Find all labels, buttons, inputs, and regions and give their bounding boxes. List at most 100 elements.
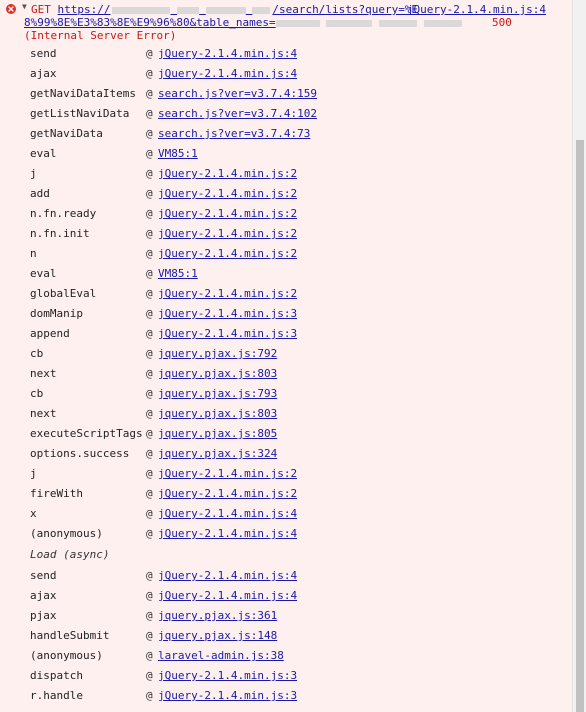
request-line: GET https:// /search/lists?query=%E <box>31 3 418 16</box>
function-name: next <box>30 367 57 380</box>
source-link[interactable]: VM85:1 <box>158 147 198 161</box>
source-link[interactable]: jQuery-2.1.4.min.js:4 <box>158 527 297 541</box>
source-link[interactable]: jquery.pjax.js:148 <box>158 629 277 643</box>
at-symbol: @ <box>146 589 153 602</box>
at-symbol: @ <box>146 167 153 180</box>
source-link[interactable]: jQuery-2.1.4.min.js:4 <box>158 47 297 61</box>
source-link[interactable]: jquery.pjax.js:803 <box>158 367 277 381</box>
stack-frame: (anonymous) @ laravel-admin.js:38 <box>30 646 572 666</box>
function-name: eval <box>30 267 57 280</box>
function-name: j <box>30 467 37 480</box>
redacted-url-segment <box>423 19 462 27</box>
function-name: x <box>30 507 37 520</box>
source-link[interactable]: jQuery-2.1.4.min.js:2 <box>158 287 297 301</box>
source-link[interactable]: jquery.pjax.js:324 <box>158 447 277 461</box>
source-link[interactable]: search.js?ver=v3.7.4:159 <box>158 87 317 101</box>
source-link[interactable]: jQuery-2.1.4.min.js:4 <box>158 507 297 521</box>
source-link[interactable]: jquery.pjax.js:803 <box>158 407 277 421</box>
stack-frame: domManip @ jQuery-2.1.4.min.js:3 <box>30 304 572 324</box>
stack-frame: options.success @ jquery.pjax.js:324 <box>30 444 572 464</box>
source-link[interactable]: jquery.pjax.js:793 <box>158 387 277 401</box>
stack-frame: getNaviDataItems @ search.js?ver=v3.7.4:15… <box>30 84 572 104</box>
stack-frame: next @ jquery.pjax.js:803 <box>30 404 572 424</box>
request-url-continued[interactable]: 8%99%8E%E3%83%8E%E9%96%80&table_names= <box>24 16 462 29</box>
stack-frame: eval @ VM85:1 <box>30 264 572 284</box>
source-link[interactable]: jQuery-2.1.4.min.js:4 <box>158 67 297 81</box>
function-name: globalEval <box>30 287 97 300</box>
source-link[interactable]: jQuery-2.1.4.min.js:2 <box>158 227 297 241</box>
stack-frame: getNaviData @ search.js?ver=v3.7.4:73 <box>30 124 572 144</box>
source-link[interactable]: laravel-admin.js:38 <box>158 649 284 663</box>
source-link[interactable]: search.js?ver=v3.7.4:102 <box>158 107 317 121</box>
source-link[interactable]: jQuery-2.1.4.min.js:2 <box>158 167 297 181</box>
scrollbar-thumb[interactable] <box>576 140 584 712</box>
stack-frame: cb @ jquery.pjax.js:792 <box>30 344 572 364</box>
stack-frame: j @ jQuery-2.1.4.min.js:2 <box>30 464 572 484</box>
function-name: (anonymous) <box>30 527 103 540</box>
network-error-message: ▼ GET https:// /search/lists?query=%E jQ… <box>0 0 572 44</box>
stack-frame: append @ jQuery-2.1.4.min.js:3 <box>30 324 572 344</box>
console-panel: ▼ GET https:// /search/lists?query=%E jQ… <box>0 0 572 712</box>
function-name: n <box>30 247 37 260</box>
stack-frame: x @ jQuery-2.1.4.min.js:4 <box>30 504 572 524</box>
at-symbol: @ <box>146 247 153 260</box>
at-symbol: @ <box>146 147 153 160</box>
request-url[interactable]: https:// /search/lists?query=%E <box>58 3 419 16</box>
stack-frame: cb @ jquery.pjax.js:793 <box>30 384 572 404</box>
initiator-link[interactable]: jQuery-2.1.4.min.js:4 <box>407 3 546 16</box>
function-name: eval <box>30 147 57 160</box>
source-link[interactable]: jQuery-2.1.4.min.js:4 <box>158 569 297 583</box>
source-link[interactable]: jQuery-2.1.4.min.js:2 <box>158 247 297 261</box>
function-name: dispatch <box>30 669 83 682</box>
function-name: add <box>30 187 50 200</box>
at-symbol: @ <box>146 67 153 80</box>
source-link[interactable]: jQuery-2.1.4.min.js:3 <box>158 327 297 341</box>
at-symbol: @ <box>146 307 153 320</box>
function-name: handleSubmit <box>30 629 110 642</box>
source-link[interactable]: jQuery-2.1.4.min.js:2 <box>158 187 297 201</box>
source-link[interactable]: search.js?ver=v3.7.4:73 <box>158 127 310 141</box>
function-name: (anonymous) <box>30 649 103 662</box>
function-name: options.success <box>30 447 130 460</box>
at-symbol: @ <box>146 407 153 420</box>
at-symbol: @ <box>146 87 153 100</box>
at-symbol: @ <box>146 327 153 340</box>
stack-frame: globalEval @ jQuery-2.1.4.min.js:2 <box>30 284 572 304</box>
at-symbol: @ <box>146 649 153 662</box>
source-link[interactable]: VM85:1 <box>158 267 198 281</box>
url-prefix: https:// <box>57 3 111 16</box>
at-symbol: @ <box>146 669 153 682</box>
stack-frame: fireWith @ jQuery-2.1.4.min.js:2 <box>30 484 572 504</box>
redacted-url-segment <box>378 19 417 27</box>
stack-frame: j @ jQuery-2.1.4.min.js:2 <box>30 164 572 184</box>
function-name: getNaviData <box>30 127 103 140</box>
source-link[interactable]: jquery.pjax.js:805 <box>158 427 277 441</box>
source-link[interactable]: jQuery-2.1.4.min.js:3 <box>158 689 297 703</box>
function-name: cb <box>30 347 44 360</box>
at-symbol: @ <box>146 127 153 140</box>
at-symbol: @ <box>146 287 153 300</box>
stack-frame: eval @ VM85:1 <box>30 144 572 164</box>
source-link[interactable]: jquery.pjax.js:792 <box>158 347 277 361</box>
source-link[interactable]: jQuery-2.1.4.min.js:2 <box>158 207 297 221</box>
at-symbol: @ <box>146 527 153 540</box>
stack-frame: handleSubmit @ jquery.pjax.js:148 <box>30 626 572 646</box>
at-symbol: @ <box>146 609 153 622</box>
url-line-two: 8%99%8E%E3%83%8E%E9%96%80&table_names= <box>24 16 276 29</box>
at-symbol: @ <box>146 447 153 460</box>
source-link[interactable]: jQuery-2.1.4.min.js:2 <box>158 487 297 501</box>
source-link[interactable]: jQuery-2.1.4.min.js:4 <box>158 589 297 603</box>
redacted-url-segment <box>275 19 320 27</box>
stack-frame: ajax @ jQuery-2.1.4.min.js:4 <box>30 64 572 84</box>
at-symbol: @ <box>146 227 153 240</box>
at-symbol: @ <box>146 267 153 280</box>
source-link[interactable]: jQuery-2.1.4.min.js:2 <box>158 467 297 481</box>
at-symbol: @ <box>146 507 153 520</box>
at-symbol: @ <box>146 347 153 360</box>
source-link[interactable]: jquery.pjax.js:361 <box>158 609 277 623</box>
source-link[interactable]: jQuery-2.1.4.min.js:3 <box>158 669 297 683</box>
expand-triangle-icon[interactable]: ▼ <box>22 2 27 11</box>
function-name: send <box>30 47 57 60</box>
source-link[interactable]: jQuery-2.1.4.min.js:3 <box>158 307 297 321</box>
vertical-scrollbar[interactable] <box>572 0 586 712</box>
